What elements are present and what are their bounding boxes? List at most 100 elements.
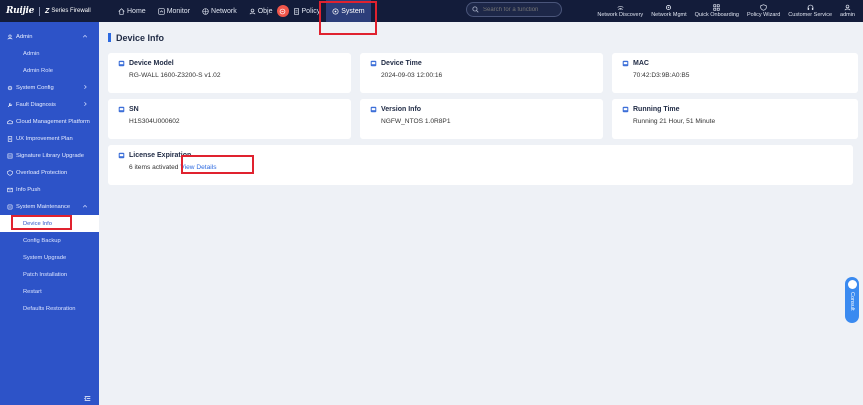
chevron-up-icon [82,204,88,208]
card-label: License Expiration [129,152,192,159]
collapse-sidebar-icon[interactable] [84,395,91,402]
nav-policy[interactable]: Policy [287,0,327,22]
nav-monitor[interactable]: Monitor [152,0,196,22]
library-icon [7,153,13,158]
page-title: Device Info [108,22,854,53]
consult-button[interactable]: Consult [845,277,859,323]
nav-object-label: Obje [257,7,273,15]
brand-divider [39,6,41,16]
card-value: H1S304U000602 [129,118,180,125]
sidebar-item-admin-role[interactable]: Admin Role [0,62,99,79]
tool-customer-service[interactable]: Customer Service [784,0,836,22]
chevron-right-icon [84,101,87,107]
brand[interactable]: Ruijie Z Series Firewall [0,0,112,22]
home-icon [118,7,125,15]
card-label: Device Model [129,60,174,67]
consult-label: Consult [849,292,855,311]
chat-icon [279,8,286,14]
sidebar-item-system-config[interactable]: System Config [0,79,99,96]
card-label: Version Info [381,106,422,113]
sidebar-item-label: Signature Library Upgrade [16,152,84,159]
title-accent-bar [108,33,111,42]
tool-network-discovery-label: Network Discovery [597,12,644,18]
sidebar-item-defaults-restoration[interactable]: Defaults Restoration [0,300,99,317]
sidebar-item-cloud-mgmt[interactable]: Cloud Management Platform [0,113,99,130]
sidebar-item-device-info[interactable]: Device Info [0,215,99,232]
system-icon [332,7,339,15]
function-search[interactable] [466,2,562,17]
sidebar-item-fault-diagnosis[interactable]: Fault Diagnosis [0,96,99,113]
nav-policy-label: Policy [301,7,321,15]
device-icon [118,60,125,67]
time-icon [370,60,377,67]
search-icon [472,6,479,13]
sidebar-item-overload-protection[interactable]: Overload Protection [0,164,99,181]
page-title-text: Device Info [116,32,165,43]
card-value: 6 items activated View Details [129,164,843,171]
wrench-icon [7,102,13,107]
sidebar-item-restart[interactable]: Restart [0,283,99,300]
tool-network-discovery[interactable]: Network Discovery [593,0,647,22]
product-name: Series Firewall [51,8,91,14]
gear-icon [7,85,13,90]
search-input[interactable] [483,6,559,13]
user-menu[interactable]: admin [836,0,859,22]
tool-network-mgmt-label: Network Mgmt [651,12,687,18]
card-device-model: Device Model RG-WALL 1600-Z3200-S v1.02 [108,53,351,93]
sidebar-item-info-push[interactable]: Info Push [0,181,99,198]
nav-system-label: System [341,7,365,15]
license-status: 6 items activated [129,164,179,171]
tool-network-mgmt[interactable]: Network Mgmt [647,0,690,22]
sidebar-item-admin[interactable]: Admin [0,28,99,45]
brand-logo: Ruijie [6,6,35,16]
sidebar-item-ux-plan[interactable]: UX Improvement Plan [0,130,99,147]
tool-customer-service-label: Customer Service [788,12,833,18]
view-details-link[interactable]: View Details [180,164,216,171]
sidebar-item-patch-installation[interactable]: Patch Installation [0,266,99,283]
tool-quick-onboarding[interactable]: Quick Onboarding [691,0,743,22]
version-icon [370,106,377,113]
nav-network[interactable]: Network [196,0,243,22]
tool-policy-wizard-label: Policy Wizard [746,12,781,18]
headset-icon [807,4,813,10]
sidebar-item-system-maintenance[interactable]: System Maintenance [0,198,99,215]
sidebar-item-signature-upgrade[interactable]: Signature Library Upgrade [0,147,99,164]
card-value: RG-WALL 1600-Z3200-S v1.02 [129,72,221,79]
sidebar-item-config-backup[interactable]: Config Backup [0,232,99,249]
user-icon [7,34,13,39]
sidebar-item-label: Fault Diagnosis [16,101,56,108]
shield-icon [760,4,767,11]
card-value: NGFW_NTOS 1.0R8P1 [381,118,451,125]
sidebar-item-system-upgrade[interactable]: System Upgrade [0,249,99,266]
card-sn: SN H1S304U000602 [108,99,351,139]
serial-icon [118,106,125,113]
nav-system[interactable]: System [326,0,371,22]
main-nav: Home Monitor Network Obje Policy System [112,0,371,22]
card-value: 70:42:D3:9B:A0:B5 [633,72,690,79]
running-time-icon [622,106,629,113]
tool-quick-onboarding-label: Quick Onboarding [694,12,739,18]
radar-icon [617,6,624,10]
shield-icon [7,169,13,176]
card-license: License Expiration 6 items activated Vie… [108,145,853,185]
product-mark: Z [45,7,50,15]
card-label: Running Time [633,106,680,113]
sidebar-item-label: System Maintenance [16,203,71,210]
tool-policy-wizard[interactable]: Policy Wizard [743,0,784,22]
top-tools: Network Discovery Network Mgmt Quick Onb… [593,0,859,22]
info-grid: Device Model RG-WALL 1600-Z3200-S v1.02 … [108,53,858,139]
main-content: Device Info Device Model RG-WALL 1600-Z3… [99,22,863,405]
nav-home-label: Home [127,7,146,15]
message-icon [7,187,13,192]
card-running-time: Running Time Running 21 Hour, 51 Minute [612,99,858,139]
nav-object[interactable]: Obje [243,0,279,22]
sidebar-item-label: Cloud Management Platform [16,118,90,125]
monitor-icon [158,7,165,15]
sidebar-item-label: Info Push [16,186,41,193]
cloud-icon [7,119,13,124]
nav-home[interactable]: Home [112,0,152,22]
sidebar: Admin Admin Admin Role System Config Fau… [0,22,99,405]
sidebar-item-admin-sub[interactable]: Admin [0,45,99,62]
nav-network-label: Network [211,7,237,15]
sidebar-item-label: UX Improvement Plan [16,135,73,142]
